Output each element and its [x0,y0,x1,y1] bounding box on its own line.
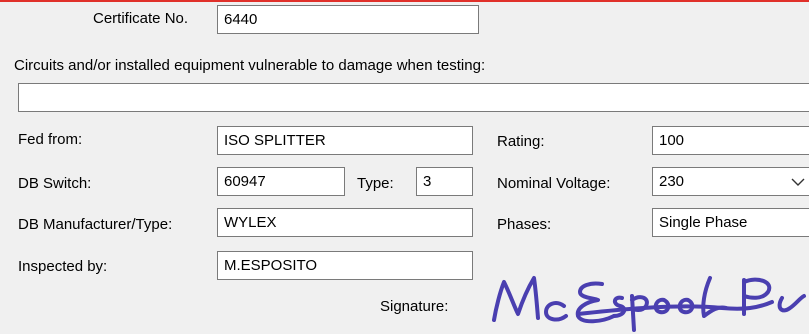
handwritten-signature [492,276,806,332]
nominal-voltage-value: 230 [659,173,685,190]
rating-field[interactable]: 100 [652,126,809,155]
db-switch-field[interactable]: 60947 [217,167,345,196]
nominal-voltage-select[interactable]: 230 [652,167,809,196]
fed-from-label: Fed from: [18,131,83,148]
db-manufacturer-field[interactable]: WYLEX [217,208,473,237]
inspected-by-label: Inspected by: [18,258,108,275]
phases-field[interactable]: Single Phase [652,208,809,237]
certificate-no-field[interactable]: 6440 [217,5,479,34]
signature-label: Signature: [380,298,449,315]
fed-from-field[interactable]: ISO SPLITTER [217,126,473,155]
db-manufacturer-label: DB Manufacturer/Type: [18,216,173,233]
type-field[interactable]: 3 [416,167,473,196]
vulnerable-circuits-label: Circuits and/or installed equipment vuln… [14,57,486,74]
type-label: Type: [357,175,394,192]
nominal-voltage-label: Nominal Voltage: [497,175,611,192]
rating-label: Rating: [497,133,545,150]
certificate-no-label: Certificate No. [93,10,189,27]
db-switch-label: DB Switch: [18,175,92,192]
window-top-border [0,0,809,2]
signature-image [482,268,809,334]
chevron-down-icon[interactable] [791,177,805,187]
vulnerable-circuits-field[interactable] [18,83,809,112]
phases-label: Phases: [497,216,552,233]
inspected-by-field[interactable]: M.ESPOSITO [217,251,473,280]
